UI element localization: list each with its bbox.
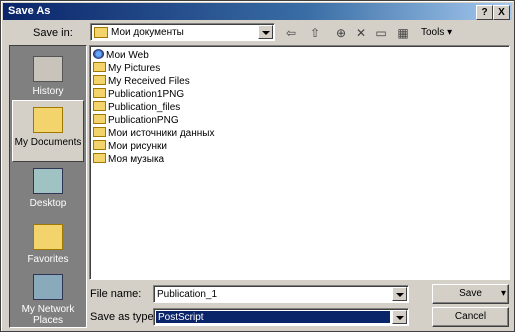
save-button[interactable]: Save ▾ [432, 284, 509, 304]
documents-folder-icon [33, 107, 63, 133]
list-item[interactable]: Publication_files [93, 101, 180, 114]
list-item[interactable]: Мои рисунки [93, 140, 167, 153]
save-in-dropdown[interactable]: Мои документы [90, 23, 275, 41]
file-name: Publication1PNG [108, 89, 185, 100]
folder-icon [93, 153, 106, 163]
help-button[interactable]: ? [476, 5, 493, 20]
list-item[interactable]: Publication1PNG [93, 88, 184, 101]
folder-icon [93, 75, 106, 85]
chevron-down-icon[interactable] [258, 25, 273, 39]
folder-icon [93, 114, 106, 124]
network-icon [33, 274, 63, 300]
list-item[interactable]: Моя музыка [93, 153, 164, 166]
delete-icon[interactable]: ✕ [351, 24, 371, 42]
save-in-label: Save in: [33, 27, 73, 39]
views-icon[interactable]: ▦ [393, 24, 413, 42]
window-title: Save As [8, 5, 51, 17]
new-folder-icon[interactable]: ▭ [371, 24, 391, 42]
folder-icon [93, 88, 106, 98]
web-folder-icon [93, 49, 104, 59]
file-name: Мои Web [106, 50, 149, 61]
cancel-button-label: Cancel [454, 311, 487, 322]
folder-icon [94, 27, 108, 38]
file-name-input[interactable]: Publication_1 [153, 285, 409, 303]
list-item[interactable]: My Pictures [93, 62, 160, 75]
search-web-icon[interactable]: ⊕ [331, 24, 351, 42]
places-bar: History My Documents Desktop Favorites M… [9, 45, 87, 328]
folder-icon [93, 101, 106, 111]
place-label: My Network Places [21, 304, 75, 326]
file-name: Publication_files [108, 102, 181, 113]
folder-icon [93, 62, 106, 72]
file-name: Моя музыка [108, 154, 165, 165]
file-list[interactable]: Мои Web My Pictures My Received Files Pu… [89, 45, 510, 280]
up-folder-icon[interactable]: ⇧ [305, 24, 325, 42]
history-icon [33, 56, 63, 82]
save-as-type-dropdown[interactable]: PostScript [153, 308, 409, 326]
list-item[interactable]: PublicationPNG [93, 114, 179, 127]
save-button-label: Save [459, 288, 482, 299]
chevron-down-icon[interactable]: ▾ [501, 285, 506, 303]
file-name-value: Publication_1 [157, 289, 218, 300]
file-name: PublicationPNG [108, 115, 179, 126]
file-name-label: File name: [90, 288, 142, 300]
place-label: History [32, 86, 64, 97]
place-my-documents[interactable]: My Documents [12, 100, 84, 162]
save-as-dialog: Save As ? X Save in: Мои документы ⇦ ⇧ ⊕… [0, 0, 515, 332]
close-button[interactable]: X [493, 5, 510, 20]
file-name: Мои рисунки [108, 141, 167, 152]
list-item[interactable]: Мои Web [93, 49, 149, 62]
chevron-down-icon[interactable] [392, 310, 407, 324]
list-item[interactable]: Мои источники данных [93, 127, 214, 140]
title-bar: Save As ? X [3, 3, 512, 20]
folder-icon [93, 140, 106, 150]
save-as-type-value: PostScript [158, 312, 204, 323]
file-name: My Pictures [108, 63, 161, 74]
save-in-value: Мои документы [111, 27, 184, 38]
place-desktop[interactable]: Desktop [12, 162, 84, 224]
favorites-icon [33, 224, 63, 250]
chevron-down-icon[interactable] [392, 287, 407, 301]
place-label: Favorites [27, 254, 69, 265]
save-as-type-label: Save as type: [90, 311, 157, 323]
tools-menu[interactable]: Tools ▾ [421, 27, 452, 38]
place-my-network-places[interactable]: My Network Places [12, 268, 84, 330]
folder-icon [93, 127, 106, 137]
file-name: Мои источники данных [108, 128, 215, 139]
place-label: My Documents [14, 137, 82, 148]
desktop-icon [33, 168, 63, 194]
back-icon[interactable]: ⇦ [281, 24, 301, 42]
place-label: Desktop [29, 198, 67, 209]
file-name: My Received Files [108, 76, 190, 87]
list-item[interactable]: My Received Files [93, 75, 190, 88]
cancel-button[interactable]: Cancel [432, 307, 509, 327]
